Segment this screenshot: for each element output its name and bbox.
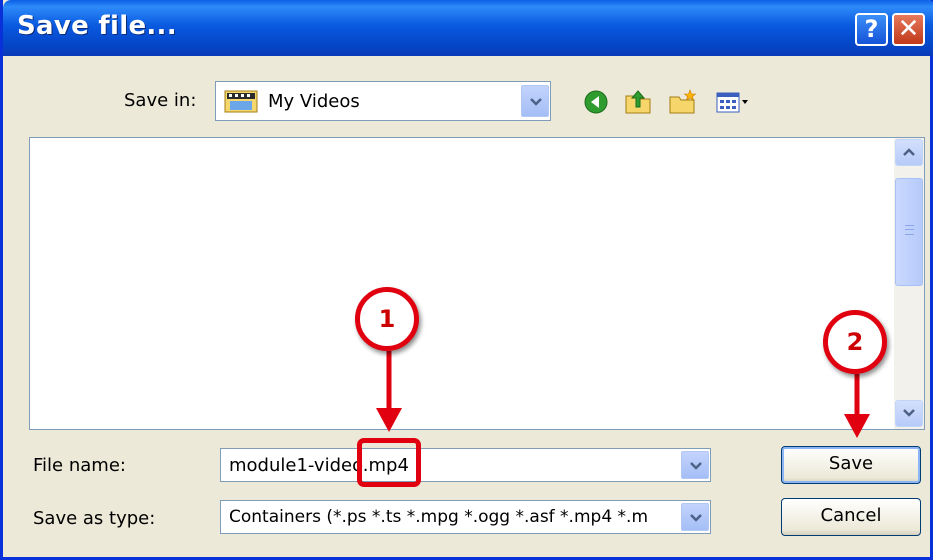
arrow-1	[376, 351, 402, 432]
step-2-marker: 2	[823, 310, 887, 374]
extension-highlight-box	[357, 438, 421, 487]
save-file-dialog: Save file... ? ✕ Save in: My Videos File…	[0, 0, 933, 560]
step-1-marker: 1	[355, 287, 419, 351]
arrow-2	[844, 374, 870, 438]
annotation-arrows	[376, 351, 870, 438]
